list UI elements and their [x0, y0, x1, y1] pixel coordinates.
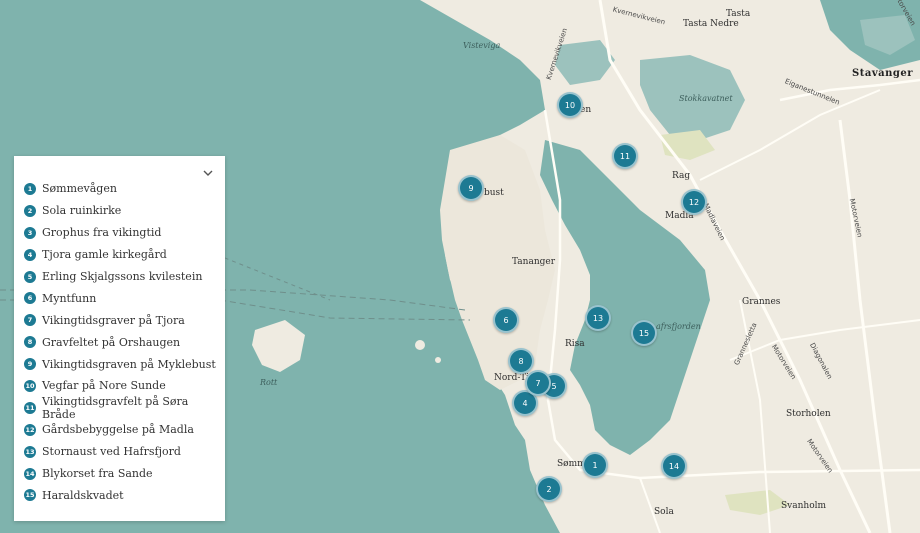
legend-item-label: Vegfar på Nore Sunde: [42, 379, 166, 393]
legend-item-1[interactable]: 1 Sømmevågen: [24, 178, 225, 200]
map-marker-11[interactable]: 11: [612, 143, 638, 169]
legend-item-3[interactable]: 3 Grophus fra vikingtid: [24, 222, 225, 244]
legend-item-label: Sola ruinkirke: [42, 204, 122, 218]
legend-item-label: Haraldskvadet: [42, 488, 124, 502]
legend-item-label: Stornaust ved Hafrsfjord: [42, 445, 181, 459]
legend-number-badge: 13: [24, 445, 36, 458]
map-marker-1[interactable]: 1: [582, 452, 608, 478]
place-svanholm: Svanholm: [781, 501, 827, 511]
legend-number-badge: 14: [24, 467, 36, 480]
place-tasta: Tasta: [726, 9, 751, 19]
legend-item-2[interactable]: 2 Sola ruinkirke: [24, 200, 225, 222]
legend-item-label: Tjora gamle kirkegård: [42, 248, 167, 262]
map-marker-9[interactable]: 9: [458, 175, 484, 201]
legend-item-label: Grophus fra vikingtid: [42, 226, 162, 240]
map-marker-2[interactable]: 2: [536, 476, 562, 502]
legend-number-badge: 8: [24, 336, 36, 349]
legend-number-badge: 10: [24, 379, 36, 392]
legend-number-badge: 12: [24, 423, 36, 436]
legend-number-badge: 5: [24, 270, 36, 283]
legend-number-badge: 11: [24, 401, 36, 414]
map-marker-10[interactable]: 10: [557, 92, 583, 118]
map-marker-13[interactable]: 13: [585, 305, 611, 331]
map-marker-8[interactable]: 8: [508, 348, 534, 374]
legend-item-label: Erling Skjalgssons kvilestein: [42, 270, 203, 283]
legend-item-label: Sømmevågen: [42, 182, 117, 196]
map-marker-6[interactable]: 6: [493, 307, 519, 333]
map-marker-12[interactable]: 12: [681, 189, 707, 215]
place-tananger: Tananger: [512, 257, 556, 267]
legend-item-15[interactable]: 15 Haraldskvadet: [24, 484, 225, 506]
legend-number-badge: 2: [24, 204, 36, 217]
place-tasta-nedre: Tasta Nedre: [683, 19, 739, 29]
legend-number-badge: 3: [24, 226, 36, 239]
legend-number-badge: 1: [24, 182, 36, 195]
legend-item-8[interactable]: 8 Gravfeltet på Orshaugen: [24, 331, 225, 353]
legend-number-badge: 6: [24, 292, 36, 305]
legend-item-7[interactable]: 7 Vikingtidsgraver på Tjora: [24, 309, 225, 331]
legend-number-badge: 4: [24, 248, 36, 261]
legend-item-label: Blykorset fra Sande: [42, 467, 153, 481]
legend-item-label: Vikingtidsgraver på Tjora: [42, 313, 185, 327]
place-grannes: Grannes: [742, 297, 781, 307]
map-marker-14[interactable]: 14: [661, 453, 687, 479]
place-myklebust: bust: [484, 188, 504, 198]
legend-item-label: Vikingtidsgravfelt på Søra Bråde: [42, 394, 189, 421]
place-risa: Risa: [565, 339, 585, 349]
chevron-down-icon[interactable]: [201, 165, 215, 179]
legend-item-5[interactable]: 5 Erling Skjalgssons kvilestein: [24, 266, 225, 288]
map-marker-7[interactable]: 7: [525, 370, 551, 396]
legend-item-9[interactable]: 9 Vikingtidsgraven på Myklebust: [24, 353, 225, 375]
legend-number-badge: 9: [24, 358, 36, 371]
legend-item-label: Myntfunn: [42, 291, 97, 305]
legend-number-badge: 15: [24, 489, 36, 502]
legend-item-14[interactable]: 14 Blykorset fra Sande: [24, 463, 225, 485]
legend-item-label: Vikingtidsgraven på Myklebust: [42, 357, 216, 371]
legend-item-11[interactable]: 11 Vikingtidsgravfelt på Søra Bråde: [24, 394, 225, 421]
legend-list: 1 Sømmevågen 2 Sola ruinkirke 3 Grophus fra…: [14, 156, 225, 506]
place-sola: Sola: [654, 507, 674, 517]
legend-panel: 1 Sømmevågen 2 Sola ruinkirke 3 Grophus fra…: [14, 156, 225, 521]
place-storholen: Storholen: [786, 409, 831, 419]
legend-item-13[interactable]: 13 Stornaust ved Hafrsfjord: [24, 441, 225, 463]
legend-number-badge: 7: [24, 314, 36, 327]
place-nord-tjora: Nord-Tj: [494, 373, 529, 383]
legend-item-4[interactable]: 4 Tjora gamle kirkegård: [24, 244, 225, 266]
map-marker-15[interactable]: 15: [631, 320, 657, 346]
legend-item-label: Gravfeltet på Orshaugen: [42, 335, 181, 349]
water-hafrsfjorden: afrsfjorden: [656, 322, 701, 331]
legend-item-12[interactable]: 12 Gårdsbebyggelse på Madla: [24, 419, 225, 441]
water-visteviga: Visteviga: [463, 41, 501, 50]
water-rott: Rott: [260, 378, 278, 387]
place-rag: Rag: [672, 171, 691, 181]
water-stokkavatnet: Stokkavatnet: [679, 94, 733, 103]
legend-item-6[interactable]: 6 Myntfunn: [24, 287, 225, 309]
place-stavanger: Stavanger: [852, 68, 914, 79]
legend-item-10[interactable]: 10 Vegfar på Nore Sunde: [24, 375, 225, 397]
legend-item-label: Gårdsbebyggelse på Madla: [42, 423, 194, 437]
